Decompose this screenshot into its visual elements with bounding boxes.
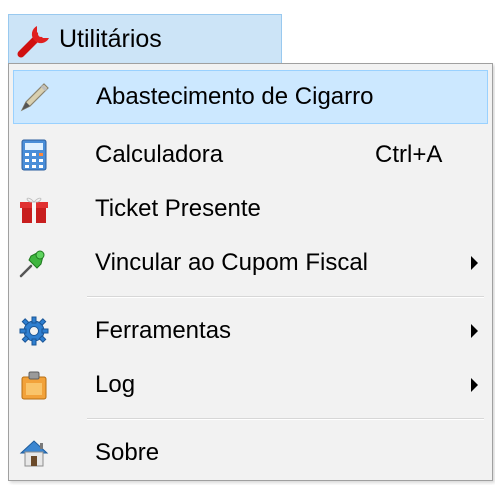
utilitarios-dropdown: Abastecimento de Cigarro Calculadora Ctr… [8, 63, 493, 481]
pushpin-icon [17, 246, 51, 280]
menu-item-sobre[interactable]: Sobre [13, 426, 488, 480]
pencil-icon [18, 80, 52, 114]
menu-item-log[interactable]: Log [13, 358, 488, 412]
menu-separator [87, 418, 484, 420]
submenu-arrow-icon [471, 324, 478, 338]
submenu-arrow-icon [471, 378, 478, 392]
menu-item-ferramentas[interactable]: Ferramentas [13, 304, 488, 358]
menu-item-abastecimento-de-cigarro[interactable]: Abastecimento de Cigarro [13, 70, 488, 124]
menu-item-label: Ferramentas [95, 317, 232, 344]
menu-utilitarios-label: Utilitários [59, 25, 162, 53]
menu-item-vincular-ao-cupom-fiscal[interactable]: Vincular ao Cupom Fiscal [13, 236, 488, 290]
menu-item-label: Ticket Presente [95, 195, 261, 222]
menu-separator [87, 296, 484, 298]
menu-item-label: Abastecimento de Cigarro [96, 83, 374, 110]
screen: Utilitários Abastecimento de Cigarro Cal… [0, 0, 495, 485]
menu-item-label: Sobre [95, 439, 160, 466]
menu-item-calculadora[interactable]: Calculadora Ctrl+A [13, 128, 488, 182]
wrench-icon [13, 18, 57, 62]
menu-item-ticket-presente[interactable]: Ticket Presente [13, 182, 488, 236]
menu-item-shortcut: Ctrl+A [375, 141, 443, 168]
clipboard-icon [17, 368, 51, 402]
menu-item-label: Vincular ao Cupom Fiscal [95, 249, 369, 276]
gift-icon [17, 192, 51, 226]
gear-icon [17, 314, 51, 348]
menu-item-label: Log [95, 371, 136, 398]
menu-item-label: Calculadora [95, 141, 224, 168]
calculator-icon [17, 138, 51, 172]
menu-utilitarios[interactable]: Utilitários [8, 14, 282, 64]
submenu-arrow-icon [471, 256, 478, 270]
home-icon [17, 436, 51, 470]
